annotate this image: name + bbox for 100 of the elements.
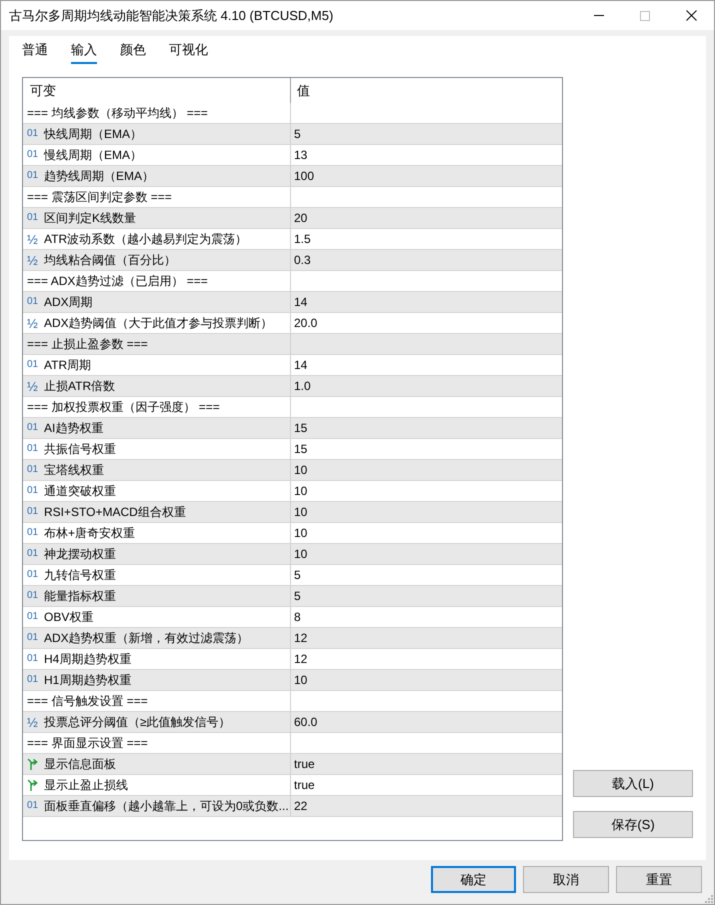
group-title: === 界面显示设置 ===: [27, 735, 148, 752]
dialog-button[interactable]: 确定: [431, 866, 516, 893]
fraction-type-icon: ½: [27, 232, 38, 246]
parameter-name: 显示信息面板: [44, 756, 116, 773]
parameter-row[interactable]: 显示止盈止损线 true: [23, 775, 562, 796]
parameter-name: 均线粘合阈值（百分比）: [44, 252, 176, 269]
parameter-value: 15: [293, 420, 308, 437]
parameter-value: 5: [293, 588, 302, 605]
parameter-value: 20.0: [293, 315, 318, 332]
group-row[interactable]: === 均线参数（移动平均线） ===: [23, 103, 562, 124]
parameter-row[interactable]: 01 OBV权重 8: [23, 607, 562, 628]
tab[interactable]: 颜色: [120, 40, 146, 64]
group-row[interactable]: === ADX趋势过滤（已启用） ===: [23, 271, 562, 292]
side-button[interactable]: 保存(S): [573, 811, 693, 838]
dialog-button[interactable]: 重置: [616, 866, 702, 893]
parameter-row[interactable]: 01 面板垂直偏移（越小越靠上，可设为0或负数... 22: [23, 796, 562, 817]
parameter-name: 宝塔线权重: [44, 462, 104, 479]
parameter-value: 10: [293, 525, 308, 542]
parameter-row[interactable]: 01 通道突破权重 10: [23, 481, 562, 502]
parameter-value: 22: [293, 798, 308, 815]
parameter-value: 0.3: [293, 252, 312, 269]
parameter-row[interactable]: 01 ADX周期 14: [23, 292, 562, 313]
parameter-value: 20: [293, 210, 308, 227]
group-row[interactable]: === 信号触发设置 ===: [23, 691, 562, 712]
parameter-row[interactable]: 01 RSI+STO+MACD组合权重 10: [23, 502, 562, 523]
integer-type-icon: 01: [27, 549, 38, 559]
parameter-value: true: [293, 756, 316, 773]
tab[interactable]: 输入: [71, 40, 97, 64]
parameter-value: 14: [293, 357, 308, 374]
parameter-row[interactable]: ½ 止损ATR倍数 1.0: [23, 376, 562, 397]
parameter-name: RSI+STO+MACD组合权重: [44, 504, 186, 521]
parameter-row[interactable]: 显示信息面板 true: [23, 754, 562, 775]
parameter-name: H4周期趋势权重: [44, 651, 132, 668]
parameter-row[interactable]: 01 快线周期（EMA） 5: [23, 124, 562, 145]
parameter-name: 慢线周期（EMA）: [44, 147, 142, 164]
group-title: === 均线参数（移动平均线） ===: [27, 105, 208, 122]
parameter-value: 14: [293, 294, 308, 311]
parameter-row[interactable]: 01 布林+唐奇安权重 10: [23, 523, 562, 544]
parameter-value: 60.0: [293, 714, 318, 731]
group-row[interactable]: === 界面显示设置 ===: [23, 733, 562, 754]
tab[interactable]: 可视化: [169, 40, 208, 64]
parameter-name: OBV权重: [44, 609, 94, 626]
integer-type-icon: 01: [27, 528, 38, 538]
parameter-name: 止损ATR倍数: [44, 378, 116, 395]
integer-type-icon: 01: [27, 570, 38, 580]
resize-grip-icon[interactable]: [705, 895, 713, 903]
parameter-row[interactable]: 01 宝塔线权重 10: [23, 460, 562, 481]
integer-type-icon: 01: [27, 675, 38, 685]
parameter-value: 12: [293, 630, 308, 647]
parameter-name: ADX趋势权重（新增，有效过滤震荡）: [44, 630, 249, 647]
parameter-name: 趋势线周期（EMA）: [44, 168, 154, 185]
parameter-value: 10: [293, 672, 308, 689]
integer-type-icon: 01: [27, 129, 38, 139]
dialog-button[interactable]: 取消: [523, 866, 609, 893]
parameter-name: ADX趋势阈值（大于此值才参与投票判断）: [44, 315, 273, 332]
integer-type-icon: 01: [27, 486, 38, 496]
parameter-value: 10: [293, 483, 308, 500]
integer-type-icon: 01: [27, 591, 38, 601]
parameter-row[interactable]: 01 共振信号权重 15: [23, 439, 562, 460]
fraction-type-icon: ½: [27, 316, 38, 330]
parameter-row[interactable]: 01 区间判定K线数量 20: [23, 208, 562, 229]
parameter-row[interactable]: 01 AI趋势权重 15: [23, 418, 562, 439]
integer-type-icon: 01: [27, 213, 38, 223]
parameter-value: 15: [293, 441, 308, 458]
parameter-row[interactable]: 01 能量指标权重 5: [23, 586, 562, 607]
parameter-row[interactable]: 01 H1周期趋势权重 10: [23, 670, 562, 691]
parameter-row[interactable]: ½ ATR波动系数（越小越易判定为震荡） 1.5: [23, 229, 562, 250]
group-row[interactable]: === 加权投票权重（因子强度） ===: [23, 397, 562, 418]
parameter-name: ATR周期: [44, 357, 92, 374]
branch-arrow-icon: [27, 758, 40, 770]
parameter-value: 100: [293, 168, 316, 185]
parameter-name: 能量指标权重: [44, 588, 116, 605]
parameter-row[interactable]: 01 趋势线周期（EMA） 100: [23, 166, 562, 187]
parameter-row[interactable]: 01 H4周期趋势权重 12: [23, 649, 562, 670]
parameter-value: 1.0: [293, 378, 312, 395]
parameter-value: 10: [293, 462, 308, 479]
parameter-row[interactable]: ½ 均线粘合阈值（百分比） 0.3: [23, 250, 562, 271]
parameter-row[interactable]: 01 ADX趋势权重（新增，有效过滤震荡） 12: [23, 628, 562, 649]
integer-type-icon: 01: [27, 150, 38, 160]
parameter-name: 投票总评分阈值（≥此值触发信号）: [44, 714, 231, 731]
fraction-type-icon: ½: [27, 254, 38, 266]
parameter-row[interactable]: 01 ATR周期 14: [23, 355, 562, 376]
tab[interactable]: 普通: [22, 40, 48, 64]
parameter-row[interactable]: 01 慢线周期（EMA） 13: [23, 145, 562, 166]
parameter-value: 1.5: [293, 231, 312, 248]
parameter-name: 通道突破权重: [44, 483, 116, 500]
parameter-name: 共振信号权重: [44, 441, 116, 458]
column-header[interactable]: 值: [291, 78, 562, 103]
parameter-name: 布林+唐奇安权重: [44, 525, 136, 542]
integer-type-icon: 01: [27, 633, 38, 643]
parameter-value: 13: [293, 147, 308, 164]
side-button[interactable]: 载入(L): [573, 770, 693, 797]
parameter-row[interactable]: ½ 投票总评分阈值（≥此值触发信号） 60.0: [23, 712, 562, 733]
parameter-name: 显示止盈止损线: [44, 777, 128, 794]
parameter-value: 5: [293, 567, 302, 584]
parameter-row[interactable]: 01 九转信号权重 5: [23, 565, 562, 586]
parameter-name: AI趋势权重: [44, 420, 104, 437]
group-row[interactable]: === 震荡区间判定参数 ===: [23, 187, 562, 208]
parameter-row[interactable]: ½ ADX趋势阈值（大于此值才参与投票判断） 20.0: [23, 313, 562, 334]
parameter-row[interactable]: 01 神龙摆动权重 10: [23, 544, 562, 565]
